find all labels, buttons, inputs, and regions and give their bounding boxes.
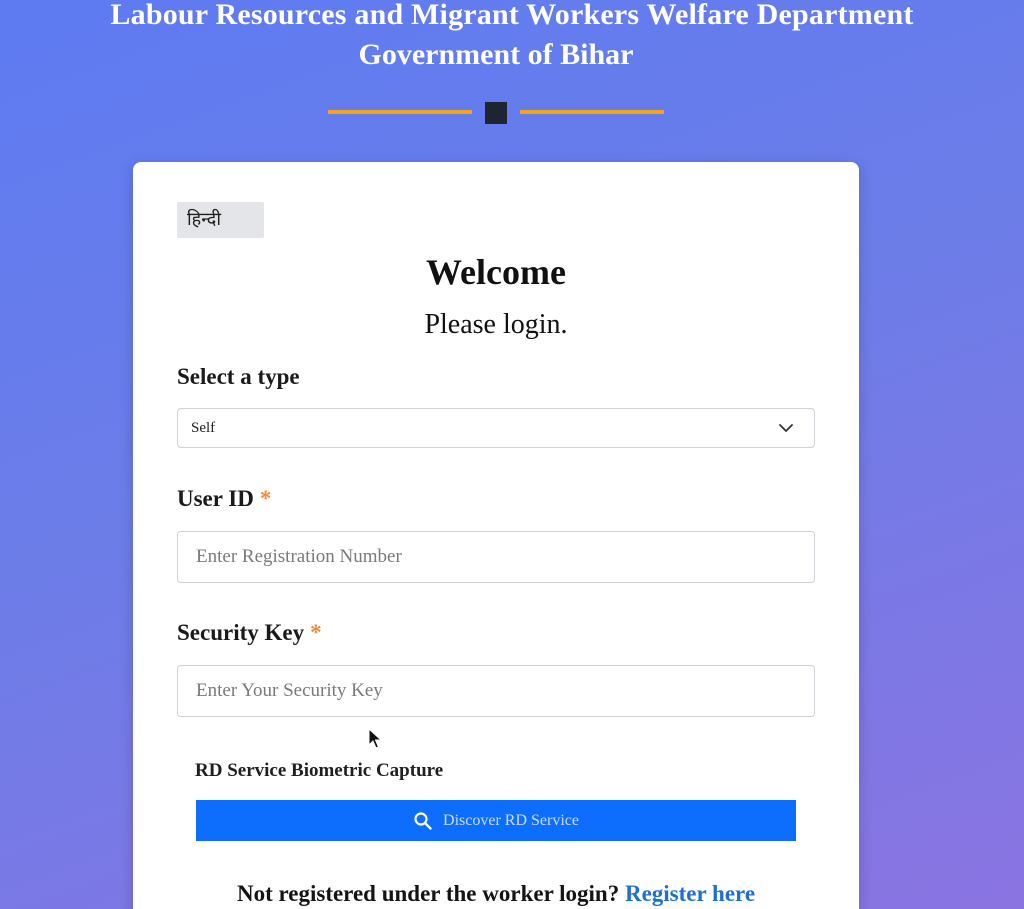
government-subtitle: Government of Bihar <box>358 38 634 71</box>
register-here-link[interactable]: Register here <box>625 881 755 906</box>
register-prompt: Not registered under the worker login? R… <box>133 879 859 909</box>
type-label: Select a type <box>177 364 300 389</box>
discover-rd-service-button[interactable]: Discover RD Service <box>196 800 796 841</box>
user-id-label: User ID <box>177 486 254 511</box>
discover-rd-service-label: Discover RD Service <box>443 812 579 829</box>
mouse-cursor-icon <box>368 728 382 749</box>
welcome-heading: Welcome <box>426 252 566 292</box>
security-key-label: Security Key <box>177 620 305 645</box>
divider-left-line <box>328 110 472 114</box>
security-key-label-row: Security Key * <box>177 619 322 647</box>
hindi-language-button[interactable]: हिन्दी <box>177 202 264 238</box>
department-title: Labour Resources and Migrant Workers Wel… <box>110 0 914 31</box>
type-select-value: Self <box>191 420 216 436</box>
login-card: हिन्दी Welcome Please login. Select a ty… <box>133 162 859 909</box>
rd-service-label: RD Service Biometric Capture <box>195 760 444 781</box>
not-registered-text: Not registered under the worker login? <box>236 881 620 906</box>
divider-square-icon <box>485 102 507 124</box>
divider-right-line <box>520 110 664 114</box>
search-icon <box>414 811 432 830</box>
chevron-down-icon <box>779 424 793 432</box>
type-select[interactable]: Self <box>177 408 815 448</box>
security-key-input[interactable] <box>177 665 815 717</box>
user-id-label-row: User ID * <box>177 485 271 513</box>
required-mark: * <box>310 620 322 645</box>
please-login-text: Please login. <box>424 309 568 340</box>
required-mark: * <box>259 486 272 511</box>
user-id-input[interactable] <box>177 531 815 583</box>
